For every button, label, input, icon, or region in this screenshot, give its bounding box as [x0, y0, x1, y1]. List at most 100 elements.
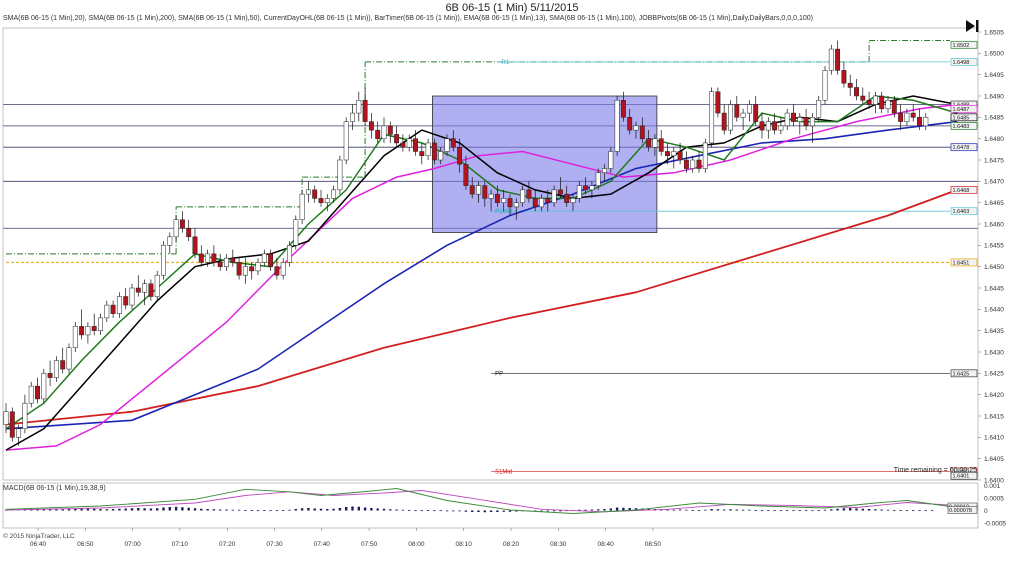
candle — [822, 70, 828, 101]
macd-hist-bar — [691, 510, 694, 511]
macd-hist-bar — [105, 509, 108, 511]
pivot-label: PP — [495, 371, 503, 377]
candle — [557, 189, 563, 195]
candle — [312, 189, 318, 199]
candle — [148, 283, 154, 297]
candle — [230, 257, 236, 263]
candle — [564, 193, 570, 203]
price-tick-label: 1.6440 — [984, 307, 1004, 314]
price-marker-label: 1.6502 — [953, 43, 970, 49]
candle — [98, 317, 103, 331]
candle — [463, 164, 469, 186]
candle — [217, 262, 223, 267]
candle — [683, 159, 689, 169]
macd-hist-bar — [111, 509, 115, 511]
candle — [665, 151, 670, 156]
macd-hist-bar — [93, 508, 96, 511]
time-tick-label: 08:40 — [597, 541, 614, 548]
candle — [287, 245, 292, 263]
price-tick-label: 1.6460 — [984, 221, 1004, 228]
macd-hist-bar — [212, 509, 216, 511]
macd-hist-bar — [741, 509, 745, 511]
candle — [526, 189, 532, 199]
time-tick-label: 08:00 — [408, 541, 425, 548]
macd-hist-bar — [168, 507, 171, 511]
candle — [198, 253, 204, 263]
candle — [211, 253, 217, 263]
candle — [671, 151, 677, 156]
candle — [173, 219, 179, 238]
candle — [841, 70, 847, 84]
macd-hist-bar — [244, 510, 247, 511]
candle — [746, 104, 752, 114]
candle — [860, 95, 866, 101]
macd-hist-bar — [319, 508, 323, 511]
candle — [898, 112, 904, 122]
price-tick-label: 1.6430 — [984, 349, 1004, 356]
candle — [142, 283, 148, 293]
candle — [791, 112, 796, 122]
candle — [167, 236, 173, 246]
price-tick-label: 1.6495 — [984, 72, 1004, 79]
macd-hist-bar — [250, 510, 253, 511]
macd-hist-bar — [345, 507, 348, 511]
candle — [419, 151, 425, 156]
macd-hist-bar — [55, 509, 58, 511]
candle — [350, 112, 355, 122]
candle — [324, 198, 330, 203]
price-tick-label: 1.6480 — [984, 136, 1004, 143]
candle — [715, 91, 721, 114]
candle — [343, 121, 349, 161]
candle — [784, 112, 790, 127]
macd-hist-bar — [678, 509, 682, 511]
play-end-icon[interactable] — [964, 19, 980, 33]
candle — [709, 91, 715, 144]
candle — [570, 198, 576, 203]
candle — [110, 304, 116, 314]
time-tick-label: 07:50 — [361, 541, 378, 548]
macd-hist-bar — [880, 509, 883, 511]
price-tick-label: 1.6415 — [984, 413, 1004, 420]
candle — [41, 373, 47, 400]
price-tick-label: 1.6445 — [984, 285, 1004, 292]
candle — [734, 104, 740, 118]
macd-hist-bar — [672, 509, 675, 511]
candle — [545, 198, 551, 203]
macd-hist-bar — [452, 510, 455, 512]
price-tick-label: 1.6420 — [984, 392, 1004, 399]
price-chart[interactable]: R1R1MidPPS1Mid 1.64001.64051.64101.64151… — [0, 0, 1024, 563]
macd-hist-bar — [137, 508, 140, 511]
time-tick-label: 07:40 — [314, 541, 331, 548]
candle — [879, 95, 885, 110]
macd-hist-bar — [716, 509, 720, 511]
macd-tick-label: 0.0005 — [984, 495, 1004, 502]
macd-hist-bar — [786, 510, 789, 511]
candle — [539, 198, 544, 208]
candle — [891, 100, 897, 114]
macd-hist-bar — [193, 508, 197, 511]
macd-hist-bar — [294, 509, 297, 511]
candle — [161, 245, 166, 276]
macd-hist-bar — [300, 508, 304, 511]
price-tick-label: 1.6485 — [984, 115, 1004, 122]
candle — [431, 142, 437, 161]
price-marker-label: 1.6498 — [953, 60, 970, 66]
candle — [9, 411, 15, 438]
macd-hist-bar — [269, 510, 272, 512]
candle — [872, 95, 878, 105]
candle — [501, 198, 507, 203]
macd-hist-bar — [263, 510, 266, 511]
macd-hist-bar — [174, 506, 178, 511]
candle — [576, 185, 582, 199]
time-tick-label: 07:20 — [219, 541, 236, 548]
candle — [620, 100, 626, 118]
macd-hist-bar — [559, 510, 562, 512]
candle — [772, 121, 778, 131]
macd-hist-bar — [603, 509, 606, 511]
candle — [438, 151, 444, 161]
pivot-label: S1Mid — [495, 469, 512, 475]
candle — [450, 138, 456, 148]
candle — [677, 151, 683, 161]
macd-marker-label: 0.000078 — [949, 508, 972, 514]
candle — [186, 228, 192, 238]
